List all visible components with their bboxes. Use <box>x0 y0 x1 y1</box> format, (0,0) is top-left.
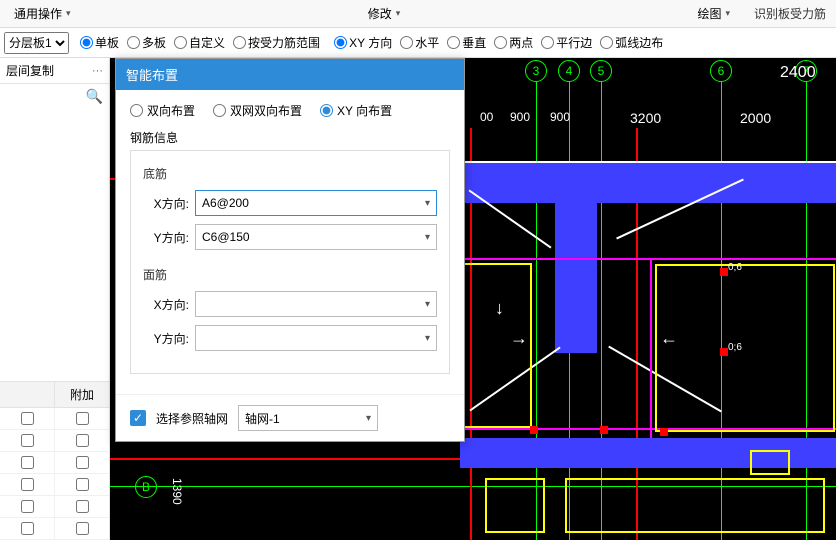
top-label: 面筋 <box>143 266 437 283</box>
top-y-combo[interactable]: ▾ <box>195 325 437 351</box>
row2-col2[interactable] <box>76 434 89 447</box>
row1-col1[interactable] <box>21 412 34 425</box>
mode-radio-group: 双向布置 双网双向布置 XY 向布置 <box>130 102 450 119</box>
reference-grid-label: 选择参照轴网 <box>156 410 228 427</box>
search-icon[interactable]: 🔍 <box>86 88 103 105</box>
chevron-down-icon: ▾ <box>725 8 730 19</box>
radio-xydir[interactable]: XY 向布置 <box>320 102 392 119</box>
rebar-annotation: 0;6 <box>728 262 742 273</box>
radio-custom[interactable]: 自定义 <box>171 34 228 51</box>
x-label: X方向: <box>143 296 189 313</box>
axis-bubble-3: 3 <box>525 60 547 82</box>
radio-horiz[interactable]: 水平 <box>397 34 442 51</box>
bottom-x-combo[interactable]: A6@200▾ <box>195 190 437 216</box>
radio-single[interactable]: 单板 <box>77 34 122 51</box>
row4-col2[interactable] <box>76 478 89 491</box>
dim-label: 2000 <box>740 110 771 126</box>
row2-col1[interactable] <box>21 434 34 447</box>
row6-col1[interactable] <box>21 522 34 535</box>
dialog-title: 智能布置 <box>116 59 464 90</box>
ellipsis-icon: ··· <box>92 65 103 77</box>
rebar-annotation: 0;6 <box>728 342 742 353</box>
shape-radio-group: 单板 多板 自定义 按受力筋范围 <box>77 34 323 51</box>
chevron-down-icon: ▾ <box>66 8 71 19</box>
chevron-down-icon: ▾ <box>425 333 430 344</box>
reference-grid-combo[interactable]: 轴网-1▾ <box>238 405 378 431</box>
radio-xy[interactable]: XY 方向 <box>331 34 395 51</box>
radio-arc[interactable]: 弧线边布 <box>597 34 666 51</box>
row4-col1[interactable] <box>21 478 34 491</box>
search-row: 🔍 <box>0 84 109 109</box>
bottom-label: 底筋 <box>143 165 437 182</box>
column-header: 附加 <box>0 381 109 408</box>
row6-col2[interactable] <box>76 522 89 535</box>
radio-two-point[interactable]: 两点 <box>491 34 536 51</box>
bottom-y-combo[interactable]: C6@150▾ <box>195 224 437 250</box>
row5-col2[interactable] <box>76 500 89 513</box>
dir-radio-group: XY 方向 水平 垂直 两点 平行边 弧线边布 <box>331 34 666 51</box>
dim-label: 900 <box>550 110 570 124</box>
chevron-down-icon: ▾ <box>425 232 430 243</box>
group-label: 钢筋信息 <box>130 129 450 146</box>
menu-draw[interactable]: 绘图▾ <box>683 5 744 22</box>
radio-parallel[interactable]: 平行边 <box>538 34 595 51</box>
axis-bubble-B: B <box>135 476 157 498</box>
y-label: Y方向: <box>143 330 189 347</box>
copy-between-floors[interactable]: 层间复制··· <box>0 58 109 84</box>
rebar-fieldset: 底筋 X方向: A6@200▾ Y方向: C6@150▾ 面筋 X方向: ▾ Y… <box>130 150 450 374</box>
checkbox-rows <box>0 408 109 540</box>
menubar: 通用操作▾ 修改▾ 绘图▾ 识别板受力筋 <box>0 0 836 28</box>
arrow-icon: ↓ <box>495 298 504 319</box>
chevron-down-icon: ▾ <box>425 198 430 209</box>
arrow-icon: → <box>510 328 528 349</box>
axis-bubble-5: 5 <box>590 60 612 82</box>
row3-col2[interactable] <box>76 456 89 469</box>
axis-bubble-4: 4 <box>558 60 580 82</box>
x-label: X方向: <box>143 195 189 212</box>
radio-multi[interactable]: 多板 <box>124 34 169 51</box>
col2-header: 附加 <box>55 382 109 407</box>
chevron-down-icon: ▾ <box>425 299 430 310</box>
col1-header <box>0 382 55 407</box>
left-panel: 层间复制··· 🔍 附加 <box>0 58 110 540</box>
menu-modify[interactable]: 修改▾ <box>354 5 415 22</box>
dim-label: 900 <box>510 110 530 124</box>
radio-doublenet[interactable]: 双网双向布置 <box>213 102 302 119</box>
menu-recognize[interactable]: 识别板受力筋 <box>744 5 836 22</box>
radio-by-force[interactable]: 按受力筋范围 <box>230 34 323 51</box>
y-label: Y方向: <box>143 229 189 246</box>
smart-layout-dialog: 智能布置 双向布置 双网双向布置 XY 向布置 钢筋信息 底筋 X方向: A6@… <box>115 58 465 442</box>
chevron-down-icon: ▾ <box>396 8 401 19</box>
radio-vert[interactable]: 垂直 <box>444 34 489 51</box>
layer-select[interactable]: 分层板1 <box>4 32 69 54</box>
menu-general[interactable]: 通用操作▾ <box>0 5 85 22</box>
chevron-down-icon: ▾ <box>366 413 371 424</box>
reference-grid-row: ✓ 选择参照轴网 轴网-1▾ <box>116 394 464 441</box>
reference-grid-checkbox[interactable]: ✓ <box>130 410 146 426</box>
row5-col1[interactable] <box>21 500 34 513</box>
corner-number: 2400 <box>780 64 816 82</box>
row3-col1[interactable] <box>21 456 34 469</box>
dim-label: 00 <box>480 110 493 124</box>
row1-col2[interactable] <box>76 412 89 425</box>
vdim-label: 1390 <box>170 478 184 505</box>
radio-bidir[interactable]: 双向布置 <box>130 102 195 119</box>
arrow-icon: ← <box>660 328 678 349</box>
axis-bubble-6: 6 <box>710 60 732 82</box>
dim-label: 3200 <box>630 110 661 126</box>
top-x-combo[interactable]: ▾ <box>195 291 437 317</box>
toolbar: 分层板1 单板 多板 自定义 按受力筋范围 XY 方向 水平 垂直 两点 平行边… <box>0 28 836 58</box>
